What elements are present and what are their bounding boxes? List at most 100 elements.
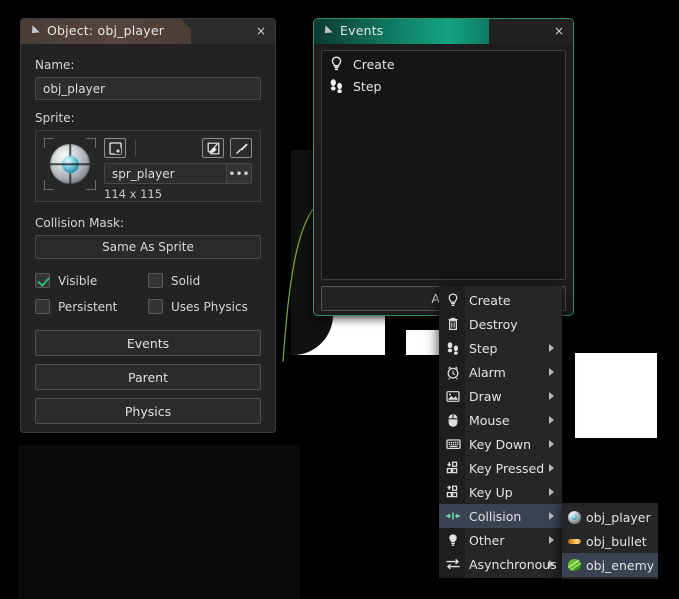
sprite-name-input[interactable]: spr_player	[104, 163, 226, 184]
lightbulb-icon	[444, 291, 462, 309]
menu-item-other[interactable]: Other	[439, 528, 562, 552]
menu-item-key-down[interactable]: Key Down	[439, 432, 562, 456]
footprints-icon	[444, 339, 462, 357]
name-label: Name:	[35, 58, 75, 72]
submenu-item-label: obj_enemy	[586, 557, 655, 573]
menu-item-label: Other	[469, 532, 505, 548]
lightbulb-icon	[326, 54, 346, 74]
menu-item-create[interactable]: Create	[439, 288, 562, 312]
sprite-panel: spr_player ••• 114 x 115	[35, 130, 261, 202]
chevron-right-icon	[549, 440, 554, 448]
edit-sprite-icon[interactable]	[202, 138, 224, 158]
checkbox-solid[interactable]: Solid	[148, 273, 261, 288]
physics-button[interactable]: Physics	[35, 398, 261, 424]
menu-item-label: Step	[469, 340, 498, 356]
event-label: Step	[353, 78, 382, 94]
chevron-right-icon	[549, 488, 554, 496]
chevron-right-icon	[549, 392, 554, 400]
collision-object-submenu[interactable]: obj_player obj_bullet obj_enemy	[562, 503, 658, 579]
menu-item-asynchronous[interactable]: Asynchronous	[439, 552, 562, 576]
menu-item-destroy[interactable]: Destroy	[439, 312, 562, 336]
menu-item-label: Key Pressed	[469, 460, 545, 476]
close-icon[interactable]: ×	[256, 23, 266, 39]
alarm-clock-icon	[444, 363, 462, 381]
object-window-body: Name: obj_player Sprite: spr_player ••• …	[21, 44, 275, 424]
sprite-thumbnail[interactable]	[44, 138, 96, 190]
menu-item-label: Create	[469, 292, 511, 308]
visible-checkbox-box[interactable]	[35, 273, 50, 288]
persistent-checkbox-box[interactable]	[35, 299, 50, 314]
solid-checkbox-box[interactable]	[148, 273, 163, 288]
menu-item-step[interactable]: Step	[439, 336, 562, 360]
menu-item-label: Asynchronous	[469, 556, 557, 572]
menu-item-label: Destroy	[469, 316, 518, 332]
event-label: Create	[353, 56, 395, 72]
sprite-preview-core	[61, 155, 79, 173]
object-window-title: Object: obj_player	[47, 23, 165, 38]
uses-physics-label: Uses Physics	[171, 299, 248, 314]
parent-button[interactable]: Parent	[35, 364, 261, 390]
menu-item-label: Mouse	[469, 412, 510, 428]
menu-item-key-pressed[interactable]: Key Pressed	[439, 456, 562, 480]
collision-mask-button[interactable]: Same As Sprite	[35, 235, 261, 259]
collision-icon	[444, 507, 462, 525]
enemy-sprite-icon	[566, 557, 582, 573]
sprite-dimensions-label: 114 x 115	[104, 187, 163, 201]
image-icon	[444, 387, 462, 405]
menu-item-key-up[interactable]: Key Up	[439, 480, 562, 504]
menu-item-collision[interactable]: Collision	[439, 504, 562, 528]
async-icon	[444, 555, 462, 573]
events-window-body: Create Step Add	[314, 44, 573, 318]
menu-item-label: Collision	[469, 508, 522, 524]
uses-physics-checkbox-box[interactable]	[148, 299, 163, 314]
menu-item-label: Draw	[469, 388, 502, 404]
checkbox-persistent[interactable]: Persistent	[35, 299, 148, 314]
submenu-item-label: obj_player	[586, 509, 651, 525]
keyboard-icon	[444, 435, 462, 453]
events-close-icon[interactable]: ×	[554, 23, 564, 39]
checkbox-uses-physics[interactable]: Uses Physics	[148, 299, 261, 314]
submenu-item-obj-bullet[interactable]: obj_bullet	[562, 529, 658, 553]
sprite-browse-button[interactable]: •••	[226, 163, 252, 184]
new-sprite-icon[interactable]	[104, 138, 126, 158]
object-properties-window[interactable]: Object: obj_player × Name: obj_player Sp…	[20, 18, 276, 433]
visible-label: Visible	[58, 273, 98, 288]
thumb-corner-br	[86, 180, 96, 190]
list-item[interactable]: Step	[324, 75, 563, 97]
chevron-right-icon	[549, 416, 554, 424]
chevron-right-icon	[549, 464, 554, 472]
event-type-context-menu[interactable]: Create Destroy Step Alarm Draw Mouse Key…	[439, 286, 562, 578]
events-window-title: Events	[340, 23, 384, 38]
sprite-name-row: spr_player •••	[104, 163, 252, 184]
events-button[interactable]: Events	[35, 330, 261, 356]
lightbulb-icon	[444, 531, 462, 549]
events-window[interactable]: Events × Create Step	[313, 18, 574, 316]
solid-label: Solid	[171, 273, 201, 288]
events-window-titlebar[interactable]: Events ×	[314, 19, 573, 44]
sprite-toolbar	[104, 138, 252, 158]
thumb-corner-tl	[44, 138, 54, 148]
menu-item-draw[interactable]: Draw	[439, 384, 562, 408]
object-flags: Visible Solid Persistent Uses Physics	[35, 273, 261, 314]
list-item[interactable]: Create	[324, 53, 563, 75]
submenu-item-label: obj_bullet	[586, 533, 647, 549]
trash-icon	[444, 315, 462, 333]
footprints-icon	[326, 76, 346, 96]
events-list[interactable]: Create Step	[321, 50, 566, 280]
object-window-titlebar[interactable]: Object: obj_player ×	[21, 19, 275, 44]
sprite-controls: spr_player ••• 114 x 115	[104, 138, 252, 201]
menu-item-label: Key Down	[469, 436, 532, 452]
sprite-label: Sprite:	[35, 111, 75, 125]
collision-mask-label: Collision Mask:	[35, 216, 125, 230]
object-name-input[interactable]: obj_player	[35, 77, 261, 100]
chevron-right-icon	[549, 512, 554, 520]
paint-sprite-icon[interactable]	[230, 138, 252, 158]
chevron-right-icon	[549, 536, 554, 544]
checkbox-visible[interactable]: Visible	[35, 273, 148, 288]
menu-item-mouse[interactable]: Mouse	[439, 408, 562, 432]
menu-item-alarm[interactable]: Alarm	[439, 360, 562, 384]
chevron-right-icon	[549, 344, 554, 352]
submenu-item-obj-enemy[interactable]: obj_enemy	[562, 553, 658, 577]
submenu-item-obj-player[interactable]: obj_player	[562, 505, 658, 529]
chevron-right-icon	[549, 368, 554, 376]
